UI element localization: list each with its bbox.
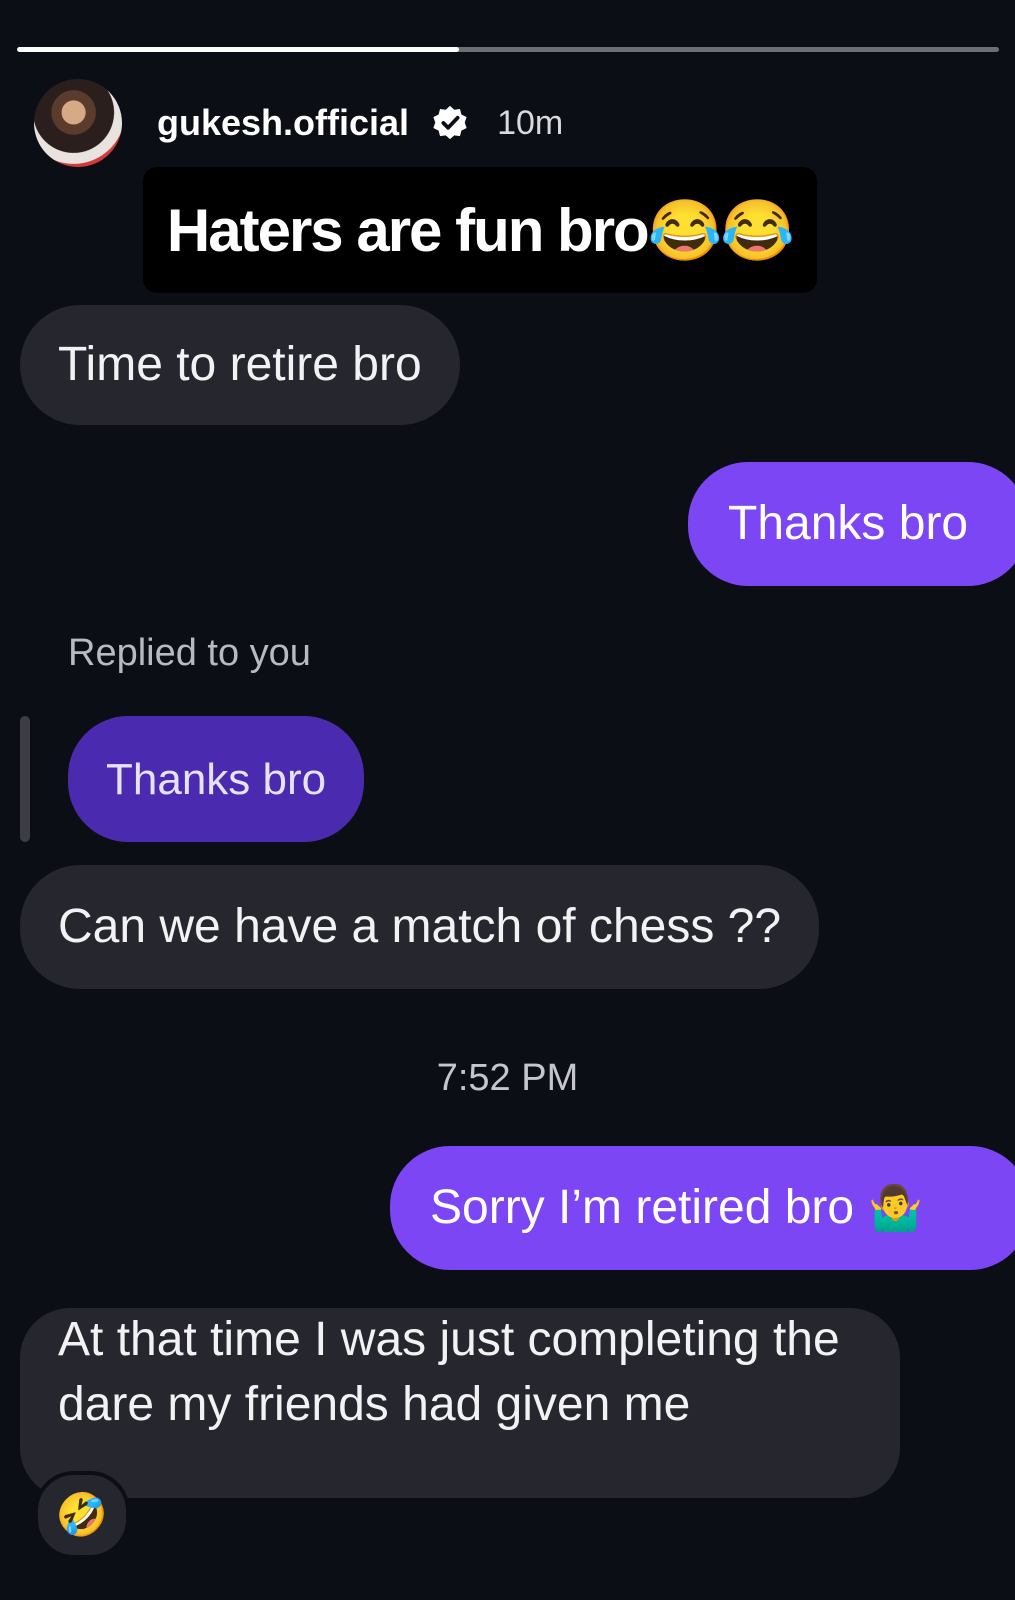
message-received-1[interactable]: Time to retire bro	[20, 305, 460, 425]
story-header: gukesh.official 10m	[34, 78, 563, 168]
story-caption[interactable]: Haters are fun bro😂😂	[143, 167, 817, 293]
quoted-message[interactable]: Thanks bro	[68, 716, 365, 842]
message-received-3[interactable]: At that time I was just completing the d…	[20, 1308, 900, 1498]
username[interactable]: gukesh.official	[157, 102, 409, 144]
shrug-icon: 🤷‍♂️	[868, 1183, 923, 1233]
verified-badge-icon	[431, 104, 469, 142]
message-sent-1[interactable]: Thanks bro	[688, 462, 1015, 586]
story-progress-fill	[17, 47, 459, 52]
quote-bar	[20, 716, 30, 842]
reaction-laughing-icon[interactable]: 🤣	[34, 1471, 130, 1559]
avatar[interactable]	[34, 79, 122, 167]
story-time: 10m	[497, 103, 564, 142]
story-progress-bar	[17, 47, 999, 52]
message-sent-2[interactable]: Sorry I’m retired bro 🤷‍♂️	[390, 1146, 1015, 1270]
timestamp: 7:52 PM	[436, 1057, 579, 1099]
message-received-2[interactable]: Can we have a match of chess ??	[20, 865, 820, 989]
replied-to-you-label: Replied to you	[68, 632, 311, 674]
message-sent-2-text: Sorry I’m retired bro	[430, 1181, 855, 1234]
